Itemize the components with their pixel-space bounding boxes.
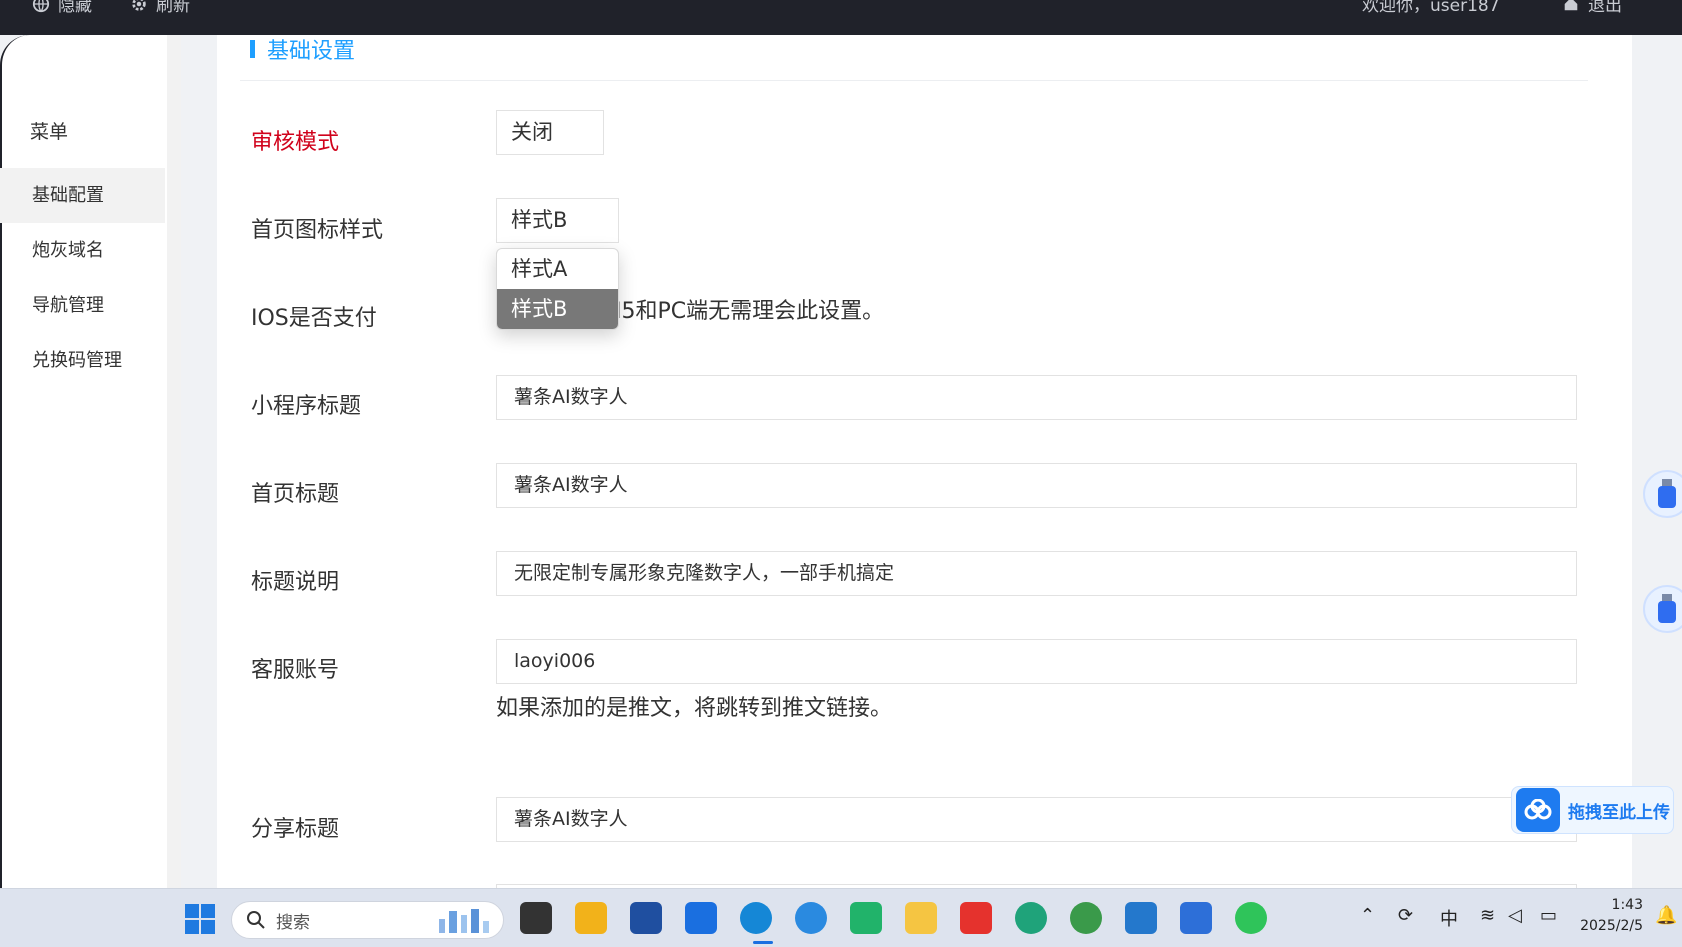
store-icon[interactable]: [630, 902, 662, 934]
clock-time: 1:43: [1611, 897, 1643, 913]
home-title-input[interactable]: 薯条AI数字人: [496, 463, 1577, 508]
sidebar: [0, 35, 167, 888]
wifi-icon[interactable]: ≋: [1480, 905, 1495, 926]
floating-usb-button-1[interactable]: [1643, 470, 1682, 518]
sidebar-item-navigation[interactable]: 导航管理: [0, 278, 165, 333]
wps-icon[interactable]: [960, 902, 992, 934]
security-shield-icon[interactable]: [1015, 902, 1047, 934]
welcome-text: 欢迎你，user187: [1362, 0, 1500, 16]
globe-icon: [32, 0, 50, 12]
search-icon: [247, 911, 265, 929]
logout-label: 退出: [1588, 0, 1622, 16]
taskbar-clock[interactable]: 1:43 2025/2/5: [1577, 895, 1643, 937]
ios-pay-label: IOS是否支付: [251, 306, 377, 331]
volume-icon[interactable]: ◁: [1508, 905, 1522, 926]
title-desc-input[interactable]: 无限定制专属形象克隆数字人，一部手机搞定: [496, 551, 1577, 596]
refresh-label: 刷新: [156, 0, 190, 16]
sync-icon[interactable]: ⟳: [1398, 905, 1413, 926]
review-mode-label: 审核模式: [251, 130, 340, 155]
sidebar-gutter: [167, 35, 181, 888]
section-title: 基础设置: [250, 33, 355, 65]
upload-label: 拖拽至此上传: [1568, 802, 1670, 823]
sidebar-item-basic-config[interactable]: 基础配置: [0, 168, 165, 223]
home-icon: [1564, 0, 1578, 10]
drag-upload-widget[interactable]: 拖拽至此上传: [1511, 786, 1674, 834]
mini-title-input[interactable]: 薯条AI数字人: [496, 375, 1577, 420]
option-style-b[interactable]: 样式B: [497, 289, 618, 329]
taskbar: 搜索 ⌃ ⟳ 中 ≋ ◁ ▭ 1:43 2025/2/5 🔔: [0, 888, 1682, 947]
welcome-label: 欢迎你，user187: [1362, 0, 1500, 16]
search-placeholder: 搜索: [276, 912, 310, 933]
gear-icon: [132, 0, 146, 11]
cloud-upload-icon: [1516, 788, 1560, 832]
section-marker: [250, 40, 255, 58]
ime-indicator[interactable]: 中: [1440, 905, 1458, 931]
clock-date: 2025/2/5: [1580, 918, 1643, 934]
windows-start-icon[interactable]: [185, 904, 215, 934]
section-title-text: 基础设置: [267, 39, 356, 64]
icon-style-select[interactable]: 样式B: [496, 198, 619, 243]
sidebar-item-domain[interactable]: 炮灰域名: [0, 223, 165, 278]
vscode-icon[interactable]: [1125, 902, 1157, 934]
battery-icon[interactable]: ▭: [1540, 905, 1557, 926]
sidebar-item-redeem-code[interactable]: 兑换码管理: [0, 333, 165, 388]
game-app-icon[interactable]: [1070, 902, 1102, 934]
wechat-icon[interactable]: [1235, 902, 1267, 934]
task-view-icon[interactable]: [520, 902, 552, 934]
service-account-input[interactable]: laoyi006: [496, 639, 1577, 684]
tray-chevron-up-icon[interactable]: ⌃: [1360, 905, 1375, 926]
service-account-label: 客服账号: [251, 658, 340, 683]
home-title-label: 首页标题: [251, 482, 340, 507]
bing-icon[interactable]: [905, 902, 937, 934]
ios-pay-tip: H5和PC端无需理会此设置。: [605, 299, 885, 324]
hide-sidebar-button[interactable]: 隐藏: [32, 0, 92, 16]
notepad-icon[interactable]: [1180, 902, 1212, 934]
edge-browser-icon[interactable]: [740, 902, 772, 934]
usb-drive-icon: [1658, 479, 1676, 508]
hide-label: 隐藏: [58, 0, 92, 16]
section-divider: [240, 80, 1588, 81]
active-app-indicator: [753, 941, 773, 944]
share-title-input[interactable]: 薯条AI数字人: [496, 797, 1577, 842]
refresh-button[interactable]: 刷新: [130, 0, 190, 16]
lenovo-icon[interactable]: [685, 902, 717, 934]
menu-title: 菜单: [30, 121, 69, 143]
title-desc-label: 标题说明: [251, 570, 340, 595]
icon-style-dropdown: 样式A 样式B: [496, 248, 619, 330]
settings-panel: [217, 35, 1632, 888]
usb-drive-icon: [1658, 594, 1676, 623]
shopping-bag-icon[interactable]: [850, 902, 882, 934]
search-highlight-icon: [439, 909, 489, 933]
share-title-label: 分享标题: [251, 817, 340, 842]
service-account-tip: 如果添加的是推文，将跳转到推文链接。: [496, 696, 893, 721]
top-bar: 隐藏 刷新 欢迎你，user187 退出: [0, 0, 1682, 35]
option-style-a[interactable]: 样式A: [497, 249, 618, 289]
logout-button[interactable]: 退出: [1562, 0, 1622, 16]
edge-ai-icon[interactable]: [795, 902, 827, 934]
review-mode-select[interactable]: 关闭: [496, 110, 604, 155]
icon-style-label: 首页图标样式: [251, 218, 384, 243]
mini-title-label: 小程序标题: [251, 394, 362, 419]
floating-usb-button-2[interactable]: [1643, 585, 1682, 633]
taskbar-search[interactable]: 搜索: [231, 901, 504, 939]
file-explorer-icon[interactable]: [575, 902, 607, 934]
notification-bell-icon[interactable]: 🔔: [1655, 905, 1677, 926]
